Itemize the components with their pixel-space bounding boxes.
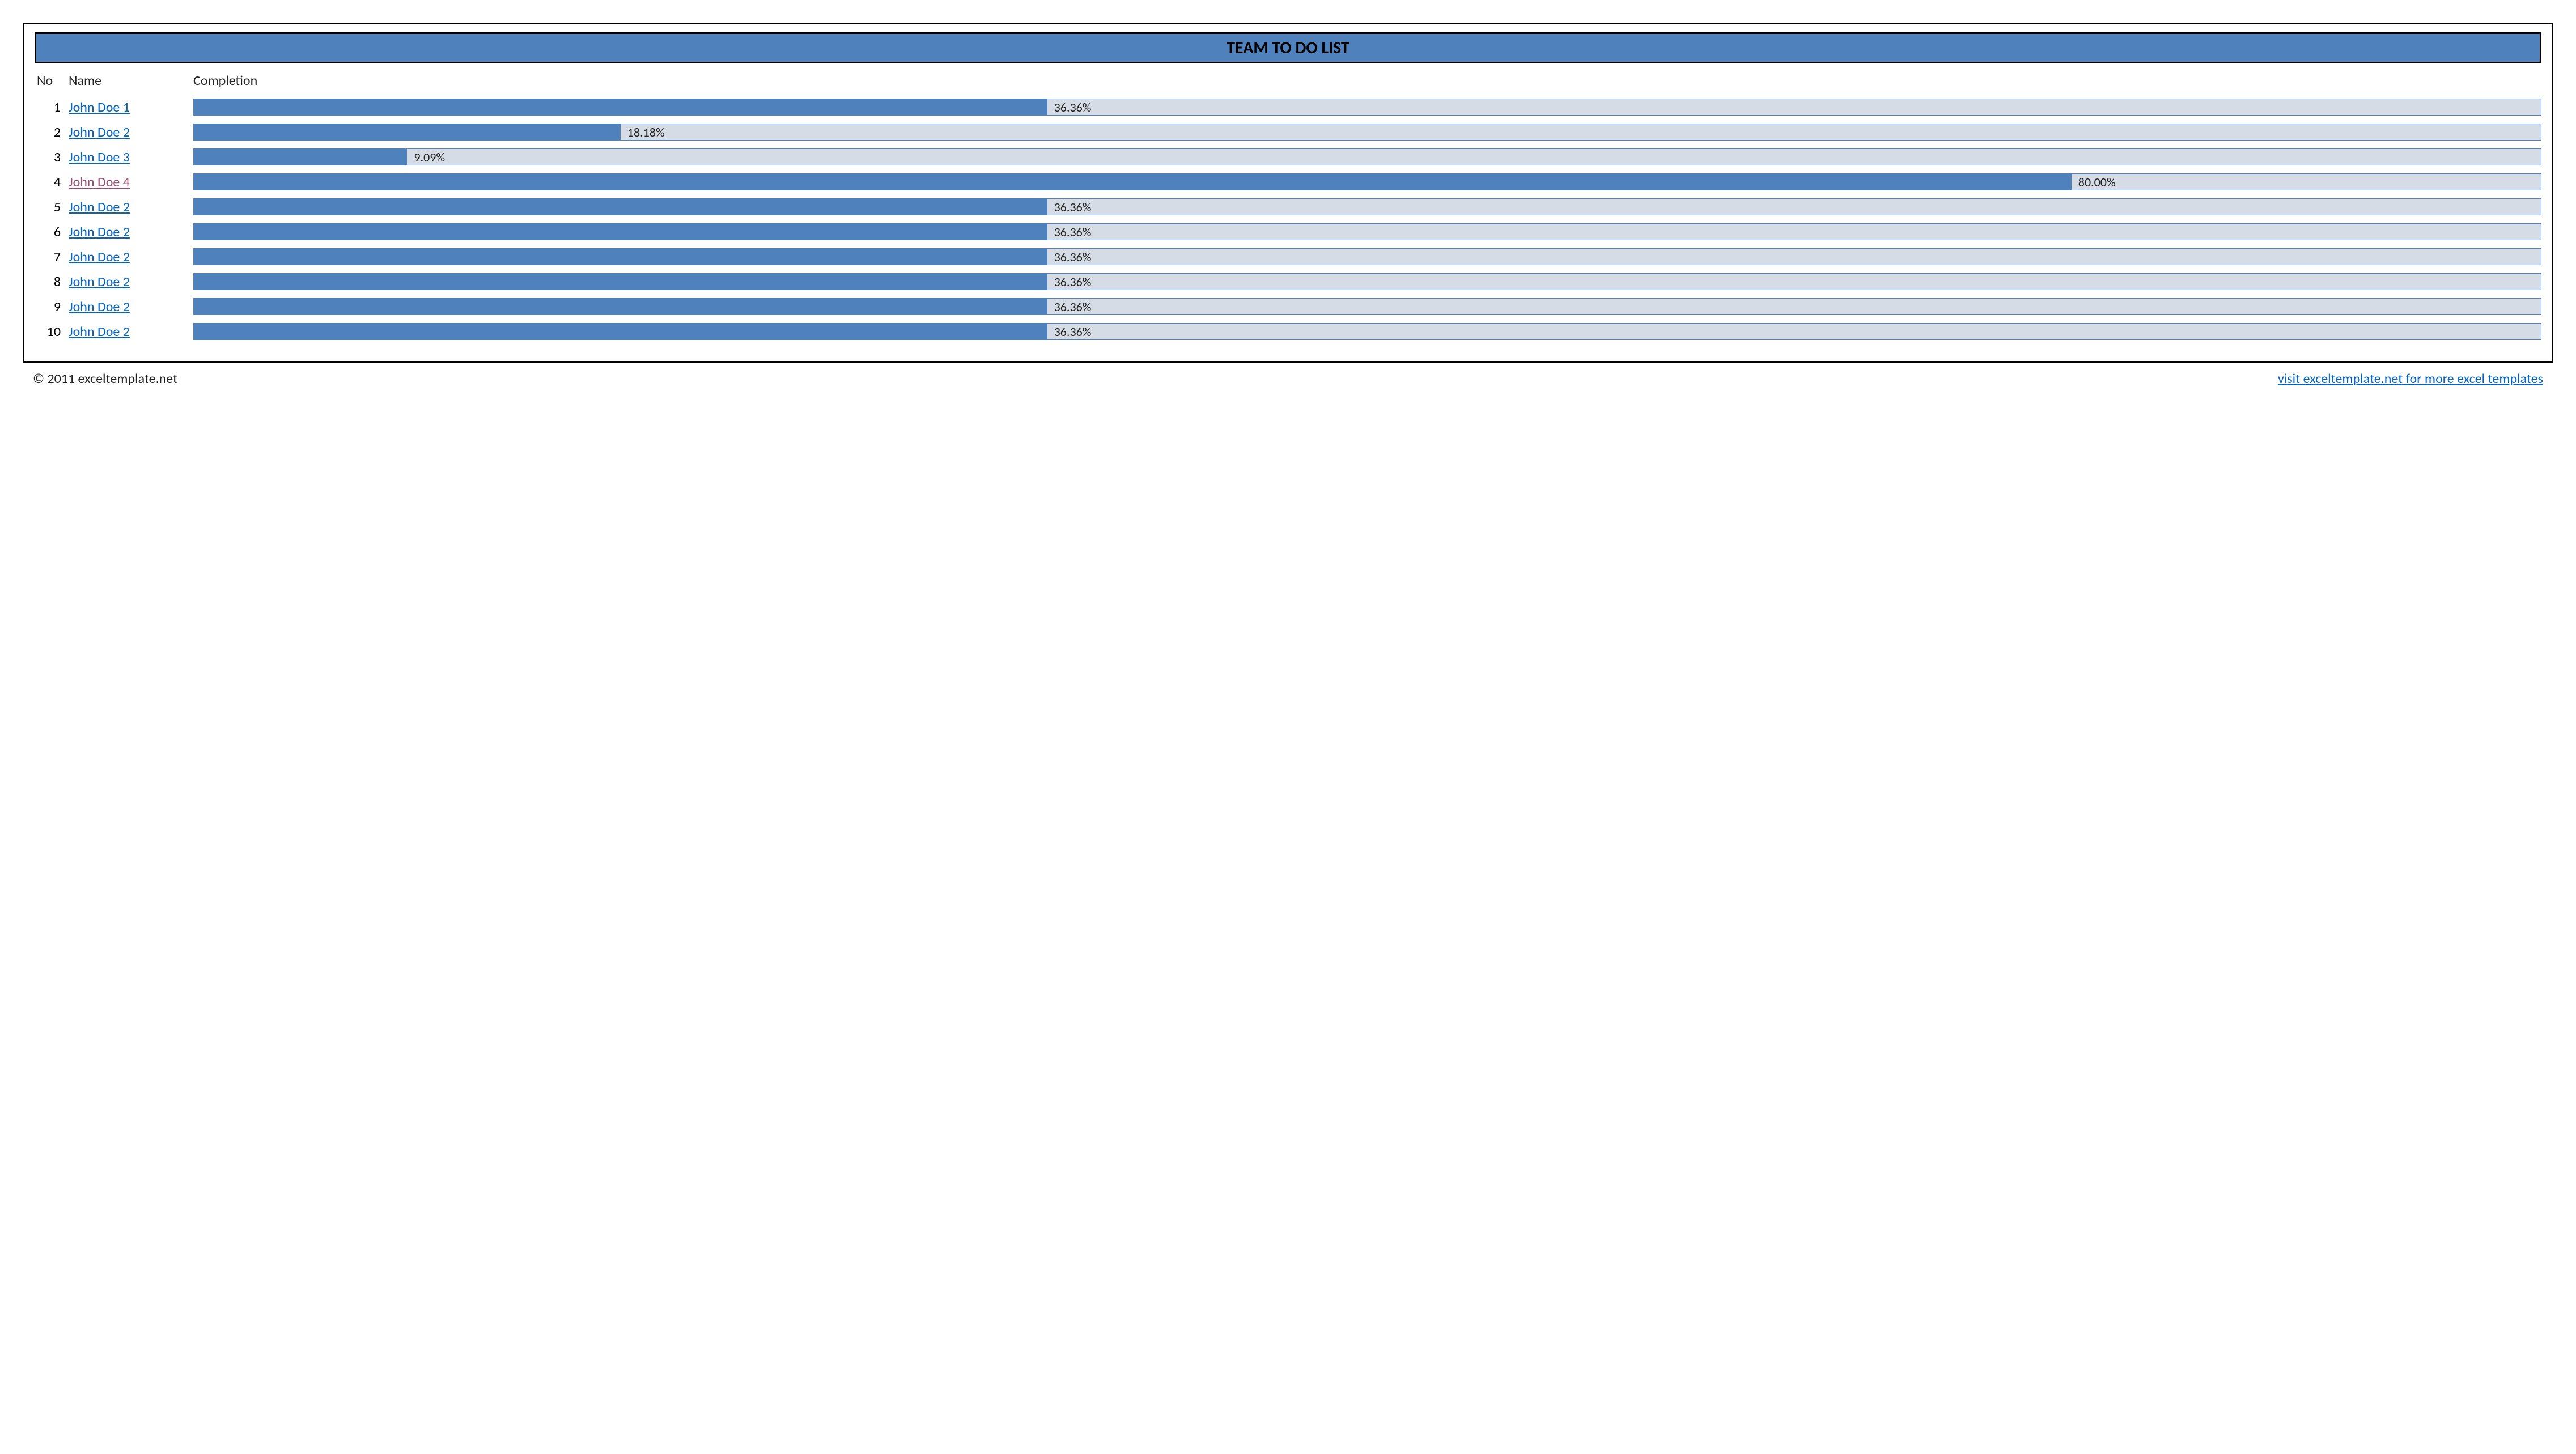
progress-bar-label: 36.36% bbox=[1054, 324, 1092, 339]
progress-bar-fill bbox=[194, 299, 1047, 314]
row-name-cell: John Doe 1 bbox=[69, 95, 182, 120]
progress-bar-fill bbox=[194, 124, 621, 140]
progress-bar-label: 36.36% bbox=[1054, 249, 1092, 265]
person-link[interactable]: John Doe 2 bbox=[69, 224, 130, 240]
row-completion-cell: 36.36% bbox=[182, 244, 2541, 269]
progress-bar: 9.09% bbox=[193, 148, 2541, 165]
row-completion-cell: 36.36% bbox=[182, 319, 2541, 344]
row-completion-cell: 36.36% bbox=[182, 294, 2541, 319]
progress-bar-label: 36.36% bbox=[1054, 100, 1092, 115]
row-no: 4 bbox=[35, 169, 69, 194]
row-no: 3 bbox=[35, 144, 69, 169]
progress-bar-label: 9.09% bbox=[414, 150, 445, 165]
progress-bar: 80.00% bbox=[193, 173, 2541, 190]
person-link[interactable]: John Doe 1 bbox=[69, 99, 130, 116]
row-name-cell: John Doe 2 bbox=[69, 120, 182, 144]
progress-bar: 36.36% bbox=[193, 298, 2541, 315]
row-no: 2 bbox=[35, 120, 69, 144]
progress-bar-fill bbox=[194, 274, 1047, 290]
row-no: 5 bbox=[35, 194, 69, 219]
progress-bar: 36.36% bbox=[193, 248, 2541, 265]
row-completion-cell: 36.36% bbox=[182, 95, 2541, 120]
row-completion-cell: 80.00% bbox=[182, 169, 2541, 194]
data-grid: No Name Completion 1John Doe 136.36%2Joh… bbox=[35, 70, 2541, 344]
row-completion-cell: 36.36% bbox=[182, 219, 2541, 244]
report-frame: TEAM TO DO LIST No Name Completion 1John… bbox=[23, 23, 2553, 363]
row-name-cell: John Doe 2 bbox=[69, 194, 182, 219]
page-title: TEAM TO DO LIST bbox=[35, 32, 2541, 63]
progress-bar: 36.36% bbox=[193, 99, 2541, 116]
progress-bar: 18.18% bbox=[193, 124, 2541, 141]
row-name-cell: John Doe 2 bbox=[69, 219, 182, 244]
row-name-cell: John Doe 4 bbox=[69, 169, 182, 194]
row-name-cell: John Doe 3 bbox=[69, 144, 182, 169]
progress-bar-label: 36.36% bbox=[1054, 199, 1092, 215]
row-no: 8 bbox=[35, 269, 69, 294]
row-name-cell: John Doe 2 bbox=[69, 269, 182, 294]
person-link[interactable]: John Doe 2 bbox=[69, 249, 130, 265]
progress-bar-fill bbox=[194, 174, 2072, 190]
person-link[interactable]: John Doe 2 bbox=[69, 324, 130, 340]
progress-bar: 36.36% bbox=[193, 273, 2541, 290]
progress-bar-label: 36.36% bbox=[1054, 299, 1092, 314]
progress-bar-fill bbox=[194, 199, 1047, 215]
row-no: 9 bbox=[35, 294, 69, 319]
column-header-no: No bbox=[35, 70, 69, 95]
row-completion-cell: 36.36% bbox=[182, 194, 2541, 219]
row-completion-cell: 18.18% bbox=[182, 120, 2541, 144]
footer-link[interactable]: visit exceltemplate.net for more excel t… bbox=[2278, 371, 2543, 387]
row-no: 6 bbox=[35, 219, 69, 244]
copyright-text: © 2011 exceltemplate.net bbox=[33, 371, 177, 387]
progress-bar-fill bbox=[194, 99, 1047, 115]
progress-bar-fill bbox=[194, 224, 1047, 240]
column-header-completion: Completion bbox=[182, 70, 2541, 95]
row-no: 1 bbox=[35, 95, 69, 120]
progress-bar-fill bbox=[194, 249, 1047, 265]
progress-bar-fill bbox=[194, 149, 407, 165]
row-name-cell: John Doe 2 bbox=[69, 319, 182, 344]
progress-bar: 36.36% bbox=[193, 323, 2541, 340]
person-link[interactable]: John Doe 2 bbox=[69, 124, 130, 141]
progress-bar: 36.36% bbox=[193, 198, 2541, 215]
progress-bar-label: 36.36% bbox=[1054, 224, 1092, 240]
person-link[interactable]: John Doe 2 bbox=[69, 199, 130, 215]
column-header-name: Name bbox=[69, 70, 182, 95]
footer: © 2011 exceltemplate.net visit exceltemp… bbox=[23, 363, 2553, 387]
row-completion-cell: 9.09% bbox=[182, 144, 2541, 169]
person-link[interactable]: John Doe 2 bbox=[69, 274, 130, 290]
row-name-cell: John Doe 2 bbox=[69, 294, 182, 319]
person-link[interactable]: John Doe 3 bbox=[69, 149, 130, 165]
person-link[interactable]: John Doe 4 bbox=[69, 174, 130, 190]
progress-bar: 36.36% bbox=[193, 223, 2541, 240]
progress-bar-label: 36.36% bbox=[1054, 274, 1092, 290]
person-link[interactable]: John Doe 2 bbox=[69, 299, 130, 315]
progress-bar-fill bbox=[194, 324, 1047, 339]
row-no: 10 bbox=[35, 319, 69, 344]
row-name-cell: John Doe 2 bbox=[69, 244, 182, 269]
row-no: 7 bbox=[35, 244, 69, 269]
progress-bar-label: 18.18% bbox=[627, 125, 665, 140]
progress-bar-label: 80.00% bbox=[2078, 175, 2116, 190]
row-completion-cell: 36.36% bbox=[182, 269, 2541, 294]
